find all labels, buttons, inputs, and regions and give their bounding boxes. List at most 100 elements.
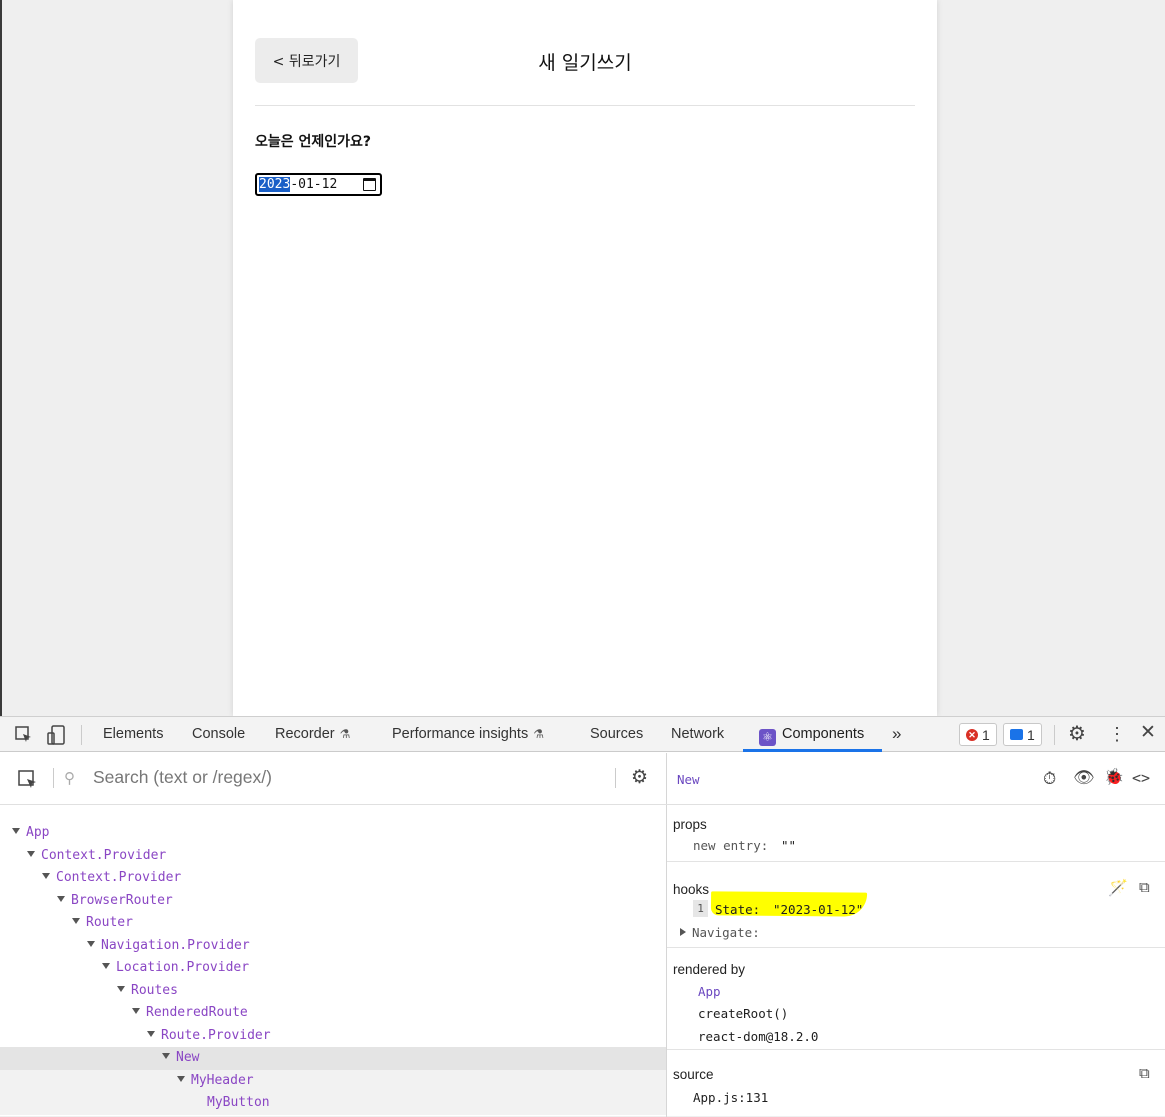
react-icon: ⚛ — [759, 729, 776, 746]
component-inspector-pane: New ⏱ 👁 🐞 <> props new entry: "" hooks 🪄… — [667, 753, 1165, 1117]
devtools-panel: Elements Console Recorder ⚗ Performance i… — [0, 716, 1165, 1117]
inspect-element-icon[interactable] — [14, 725, 34, 749]
expand-triangle-icon[interactable] — [147, 1030, 155, 1037]
tab-recorder-label: Recorder — [275, 726, 335, 742]
expand-triangle-icon[interactable] — [42, 873, 50, 879]
expand-triangle-icon[interactable] — [72, 918, 80, 924]
eye-icon[interactable]: 👁 — [1073, 768, 1095, 788]
copy-icon[interactable]: ⧉ — [1139, 878, 1150, 898]
more-options-icon[interactable]: ⋮ — [1108, 724, 1126, 744]
copy-icon[interactable]: ⧉ — [1139, 1064, 1150, 1084]
tabbar-separator — [1054, 725, 1055, 745]
expand-triangle-icon[interactable] — [177, 1075, 185, 1082]
experimental-flask-icon: ⚗ — [339, 727, 351, 741]
rendered-by-react-dom: react-dom@18.2.0 — [698, 1029, 819, 1044]
tree-item-label: App — [26, 825, 50, 840]
search-input[interactable]: Search (text or /regex/) — [93, 767, 272, 788]
tab-components-label: Components — [782, 726, 865, 742]
tree-item-myheader[interactable]: MyHeader — [0, 1069, 666, 1092]
expand-triangle-icon[interactable] — [117, 985, 125, 992]
tab-components[interactable]: ⚛ Components — [759, 717, 864, 752]
date-question-label: 오늘은 언제인가요? — [255, 134, 372, 150]
search-separator — [53, 768, 54, 788]
expand-triangle-icon[interactable] — [87, 940, 95, 947]
close-devtools-icon[interactable]: ✕ — [1140, 723, 1156, 743]
tree-item-context-provider[interactable]: Context.Provider — [0, 867, 666, 890]
prop-value[interactable]: "" — [781, 838, 796, 853]
settings-gear-icon[interactable]: ⚙ — [1068, 724, 1086, 744]
tab-network[interactable]: Network — [671, 717, 724, 752]
date-input[interactable]: 2023 -01-12 — [255, 173, 382, 196]
expand-triangle-icon[interactable] — [57, 895, 65, 902]
expand-triangle-icon[interactable] — [162, 1053, 170, 1059]
window-edge — [0, 0, 2, 716]
tree-item-label: Router — [86, 915, 133, 930]
hook-state-key: State: — [715, 902, 761, 917]
tree-item-routes[interactable]: Routes — [0, 980, 666, 1003]
tree-item-new-selected[interactable]: New — [0, 1047, 666, 1070]
expand-triangle-icon[interactable] — [132, 1008, 140, 1014]
rendered-by-createroot: createRoot() — [698, 1006, 789, 1021]
tab-elements[interactable]: Elements — [103, 717, 163, 752]
search-icon: ⚲ — [64, 770, 75, 787]
expand-triangle-icon[interactable] — [102, 963, 110, 969]
error-icon: ✕ — [966, 728, 978, 741]
source-section: source ⧉ App.js:131 — [667, 1050, 1165, 1117]
error-count-badge[interactable]: ✕ 1 — [959, 723, 997, 746]
stopwatch-icon[interactable]: ⏱ — [1043, 769, 1056, 789]
tree-item-label: Context.Provider — [41, 847, 167, 863]
tree-item-label: Routes — [131, 982, 178, 998]
hook-navigate: Navigate: — [692, 925, 760, 940]
source-location[interactable]: App.js:131 — [693, 1090, 768, 1105]
more-tabs-icon[interactable]: » — [892, 717, 901, 752]
tree-item-mybutton[interactable]: MyButton — [0, 1092, 666, 1115]
hook-state-value[interactable]: "2023-01-12" — [773, 902, 863, 917]
device-toolbar-icon[interactable] — [46, 724, 66, 750]
view-source-icon[interactable]: <> — [1132, 768, 1150, 788]
tree-item-location-provider[interactable]: Location.Provider — [0, 957, 666, 980]
tree-item-renderedroute[interactable]: RenderedRoute — [0, 1002, 666, 1025]
tree-item-label: New — [176, 1050, 200, 1065]
expand-triangle-icon[interactable] — [27, 850, 35, 857]
calendar-icon[interactable] — [363, 178, 376, 191]
rendered-by-app-link[interactable]: App — [698, 984, 721, 999]
magic-wand-icon[interactable]: 🪄 — [1108, 879, 1128, 899]
tree-item-label: MyButton — [207, 1095, 270, 1110]
tree-item-route-provider[interactable]: Route.Provider — [0, 1025, 666, 1048]
expand-triangle-icon[interactable] — [680, 928, 686, 936]
tab-sources[interactable]: Sources — [590, 717, 643, 752]
tree-settings-gear-icon[interactable]: ⚙ — [631, 768, 648, 788]
message-icon — [1010, 729, 1023, 740]
tree-item-context-provider[interactable]: Context.Provider — [0, 845, 666, 868]
tree-item-navigation-provider[interactable]: Navigation.Provider — [0, 935, 666, 958]
tree-item-router[interactable]: Router — [0, 912, 666, 935]
message-count-badge[interactable]: 1 — [1003, 723, 1042, 746]
tree-item-browserrouter[interactable]: BrowserRouter — [0, 890, 666, 913]
message-count: 1 — [1027, 726, 1035, 743]
props-section: props new entry: "" — [667, 805, 1165, 862]
tree-item-label: Route.Provider — [161, 1027, 271, 1043]
active-tab-indicator — [743, 749, 882, 752]
inspector-header: New ⏱ 👁 🐞 <> — [667, 753, 1165, 805]
hooks-title: hooks — [673, 882, 710, 897]
select-component-icon[interactable] — [17, 769, 39, 795]
hook-index: 1 — [693, 900, 708, 917]
selected-component-name: New — [677, 772, 700, 787]
component-tree-pane: ⚲ Search (text or /regex/) ⚙ App Context… — [0, 753, 667, 1117]
browser-viewport: < 뒤로가기 새 일기쓰기 오늘은 언제인가요? 2023 -01-12 — [0, 0, 1165, 716]
tabbar-separator — [81, 725, 82, 745]
tree-item-label: MyHeader — [191, 1072, 254, 1088]
tab-recorder[interactable]: Recorder ⚗ — [275, 717, 350, 752]
tab-console[interactable]: Console — [192, 717, 245, 752]
rendered-by-title: rendered by — [673, 962, 746, 977]
source-title: source — [673, 1067, 714, 1082]
prop-key: new entry: — [693, 838, 769, 853]
tree-item-app[interactable]: App — [0, 822, 666, 845]
expand-triangle-icon[interactable] — [12, 828, 20, 834]
props-title: props — [673, 817, 707, 832]
bug-icon[interactable]: 🐞 — [1104, 768, 1124, 788]
hooks-section: hooks 🪄 ⧉ 1 State: "2023-01-12" Navigate… — [667, 862, 1165, 948]
tab-performance-insights[interactable]: Performance insights ⚗ — [392, 717, 544, 752]
tree-item-label: Location.Provider — [116, 960, 250, 975]
app-page: < 뒤로가기 새 일기쓰기 오늘은 언제인가요? 2023 -01-12 — [233, 0, 937, 716]
